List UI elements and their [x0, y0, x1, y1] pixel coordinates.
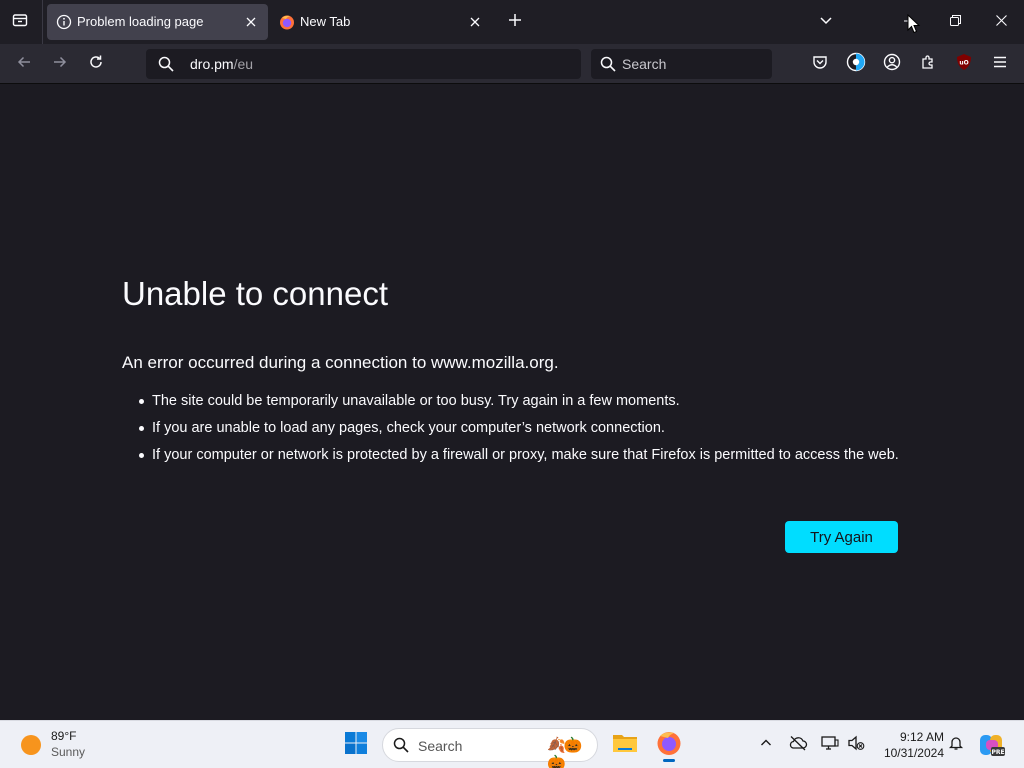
weather-condition: Sunny	[51, 745, 86, 759]
account-icon	[883, 53, 901, 76]
halloween-pumpkin-icon: 🍂🎃🎃	[547, 737, 582, 768]
tab-separator	[42, 0, 43, 44]
navigation-toolbar: dro.pm/eu Search uO	[0, 44, 1024, 84]
firefox-icon	[656, 730, 682, 761]
tab-new-tab[interactable]: New Tab	[270, 4, 492, 40]
tab-title: Problem loading page	[77, 14, 204, 29]
list-item: If your computer or network is protected…	[139, 445, 912, 465]
firefox-view-button[interactable]	[6, 8, 34, 36]
new-tab-button[interactable]	[502, 9, 528, 35]
info-icon	[56, 14, 72, 30]
search-icon	[158, 56, 174, 77]
close-icon[interactable]	[242, 13, 260, 31]
cloud-off-icon	[788, 735, 808, 756]
page-content: Unable to connect An error occurred duri…	[0, 85, 1024, 720]
taskbar-search-placeholder: Search	[418, 738, 463, 754]
show-hidden-icons-button[interactable]	[754, 733, 778, 757]
sun-icon	[21, 735, 41, 755]
start-button[interactable]	[340, 729, 372, 761]
folder-icon	[612, 732, 638, 759]
list-all-tabs-button[interactable]	[813, 9, 839, 35]
ublock-button[interactable]: uO	[950, 50, 978, 78]
weather-temp: 89°F	[51, 729, 77, 743]
reload-icon	[88, 54, 104, 75]
restore-button[interactable]	[932, 0, 978, 44]
ublock-icon: uO	[955, 53, 973, 76]
onedrive-button[interactable]	[786, 733, 810, 757]
chevron-up-icon	[760, 736, 772, 754]
back-button[interactable]	[10, 50, 38, 78]
window-close-button[interactable]	[978, 0, 1024, 44]
speaker-muted-icon	[847, 735, 865, 756]
tab-title: New Tab	[300, 14, 351, 29]
arrow-left-icon	[16, 54, 32, 75]
forward-button[interactable]	[46, 50, 74, 78]
arrow-right-icon	[52, 54, 68, 75]
close-icon[interactable]	[466, 13, 484, 31]
restore-icon	[949, 13, 961, 31]
svg-text:uO: uO	[959, 59, 968, 66]
svg-text:PRE: PRE	[991, 749, 1004, 756]
firefox-icon	[279, 14, 295, 30]
url-path: /eu	[233, 56, 254, 72]
app-menu-button[interactable]	[986, 50, 1014, 78]
error-title: Unable to connect	[122, 275, 389, 312]
search-placeholder: Search	[622, 56, 667, 72]
list-item: The site could be temporarily unavailabl…	[139, 391, 912, 411]
vpn-extension-button[interactable]	[842, 50, 870, 78]
pocket-icon	[812, 54, 828, 75]
bell-icon	[948, 735, 964, 756]
windows-logo-icon	[344, 731, 368, 760]
try-again-button[interactable]: Try Again	[785, 521, 898, 553]
error-intro: An error occurred during a connection to…	[122, 353, 559, 372]
search-icon	[393, 737, 409, 758]
clock-time: 9:12 AM	[899, 730, 944, 744]
firefox-view-icon	[12, 12, 28, 33]
shield-globe-icon	[846, 52, 866, 77]
taskbar: 89°F Sunny Search 🍂🎃🎃 9:12 AM 10/31/2024…	[0, 720, 1024, 768]
network-monitor-icon	[821, 735, 839, 756]
copilot-icon: PRE	[978, 735, 1006, 763]
hamburger-menu-icon	[992, 54, 1008, 75]
extensions-button[interactable]	[914, 50, 942, 78]
plus-icon	[508, 13, 522, 32]
notifications-button[interactable]	[944, 733, 968, 757]
url-text: dro.pm/eu	[190, 56, 253, 72]
url-host: dro.pm	[190, 56, 234, 72]
clock[interactable]: 9:12 AM 10/31/2024	[872, 729, 944, 761]
address-bar[interactable]: dro.pm/eu	[146, 49, 581, 79]
error-suggestions: The site could be temporarily unavailabl…	[139, 391, 912, 472]
reload-button[interactable]	[82, 50, 110, 78]
puzzle-icon	[920, 54, 936, 75]
volume-button[interactable]	[844, 733, 868, 757]
close-icon	[995, 13, 1007, 31]
firefox-taskbar-button[interactable]	[651, 727, 687, 763]
network-button[interactable]	[818, 733, 842, 757]
search-bar[interactable]: Search	[591, 49, 772, 79]
weather-widget[interactable]: 89°F Sunny	[18, 728, 108, 762]
tab-problem-loading[interactable]: Problem loading page	[47, 4, 268, 40]
list-item: If you are unable to load any pages, che…	[139, 418, 912, 438]
taskbar-search[interactable]: Search 🍂🎃🎃	[382, 728, 598, 768]
chevron-down-icon	[819, 13, 833, 32]
mouse-cursor	[907, 13, 921, 34]
account-button[interactable]	[878, 50, 906, 78]
tab-strip: Problem loading page New Tab	[0, 0, 1024, 44]
file-explorer-button[interactable]	[607, 727, 643, 763]
pocket-button[interactable]	[806, 50, 834, 78]
copilot-button[interactable]: PRE	[978, 731, 1006, 759]
search-icon	[600, 56, 616, 77]
clock-date: 10/31/2024	[883, 746, 944, 760]
